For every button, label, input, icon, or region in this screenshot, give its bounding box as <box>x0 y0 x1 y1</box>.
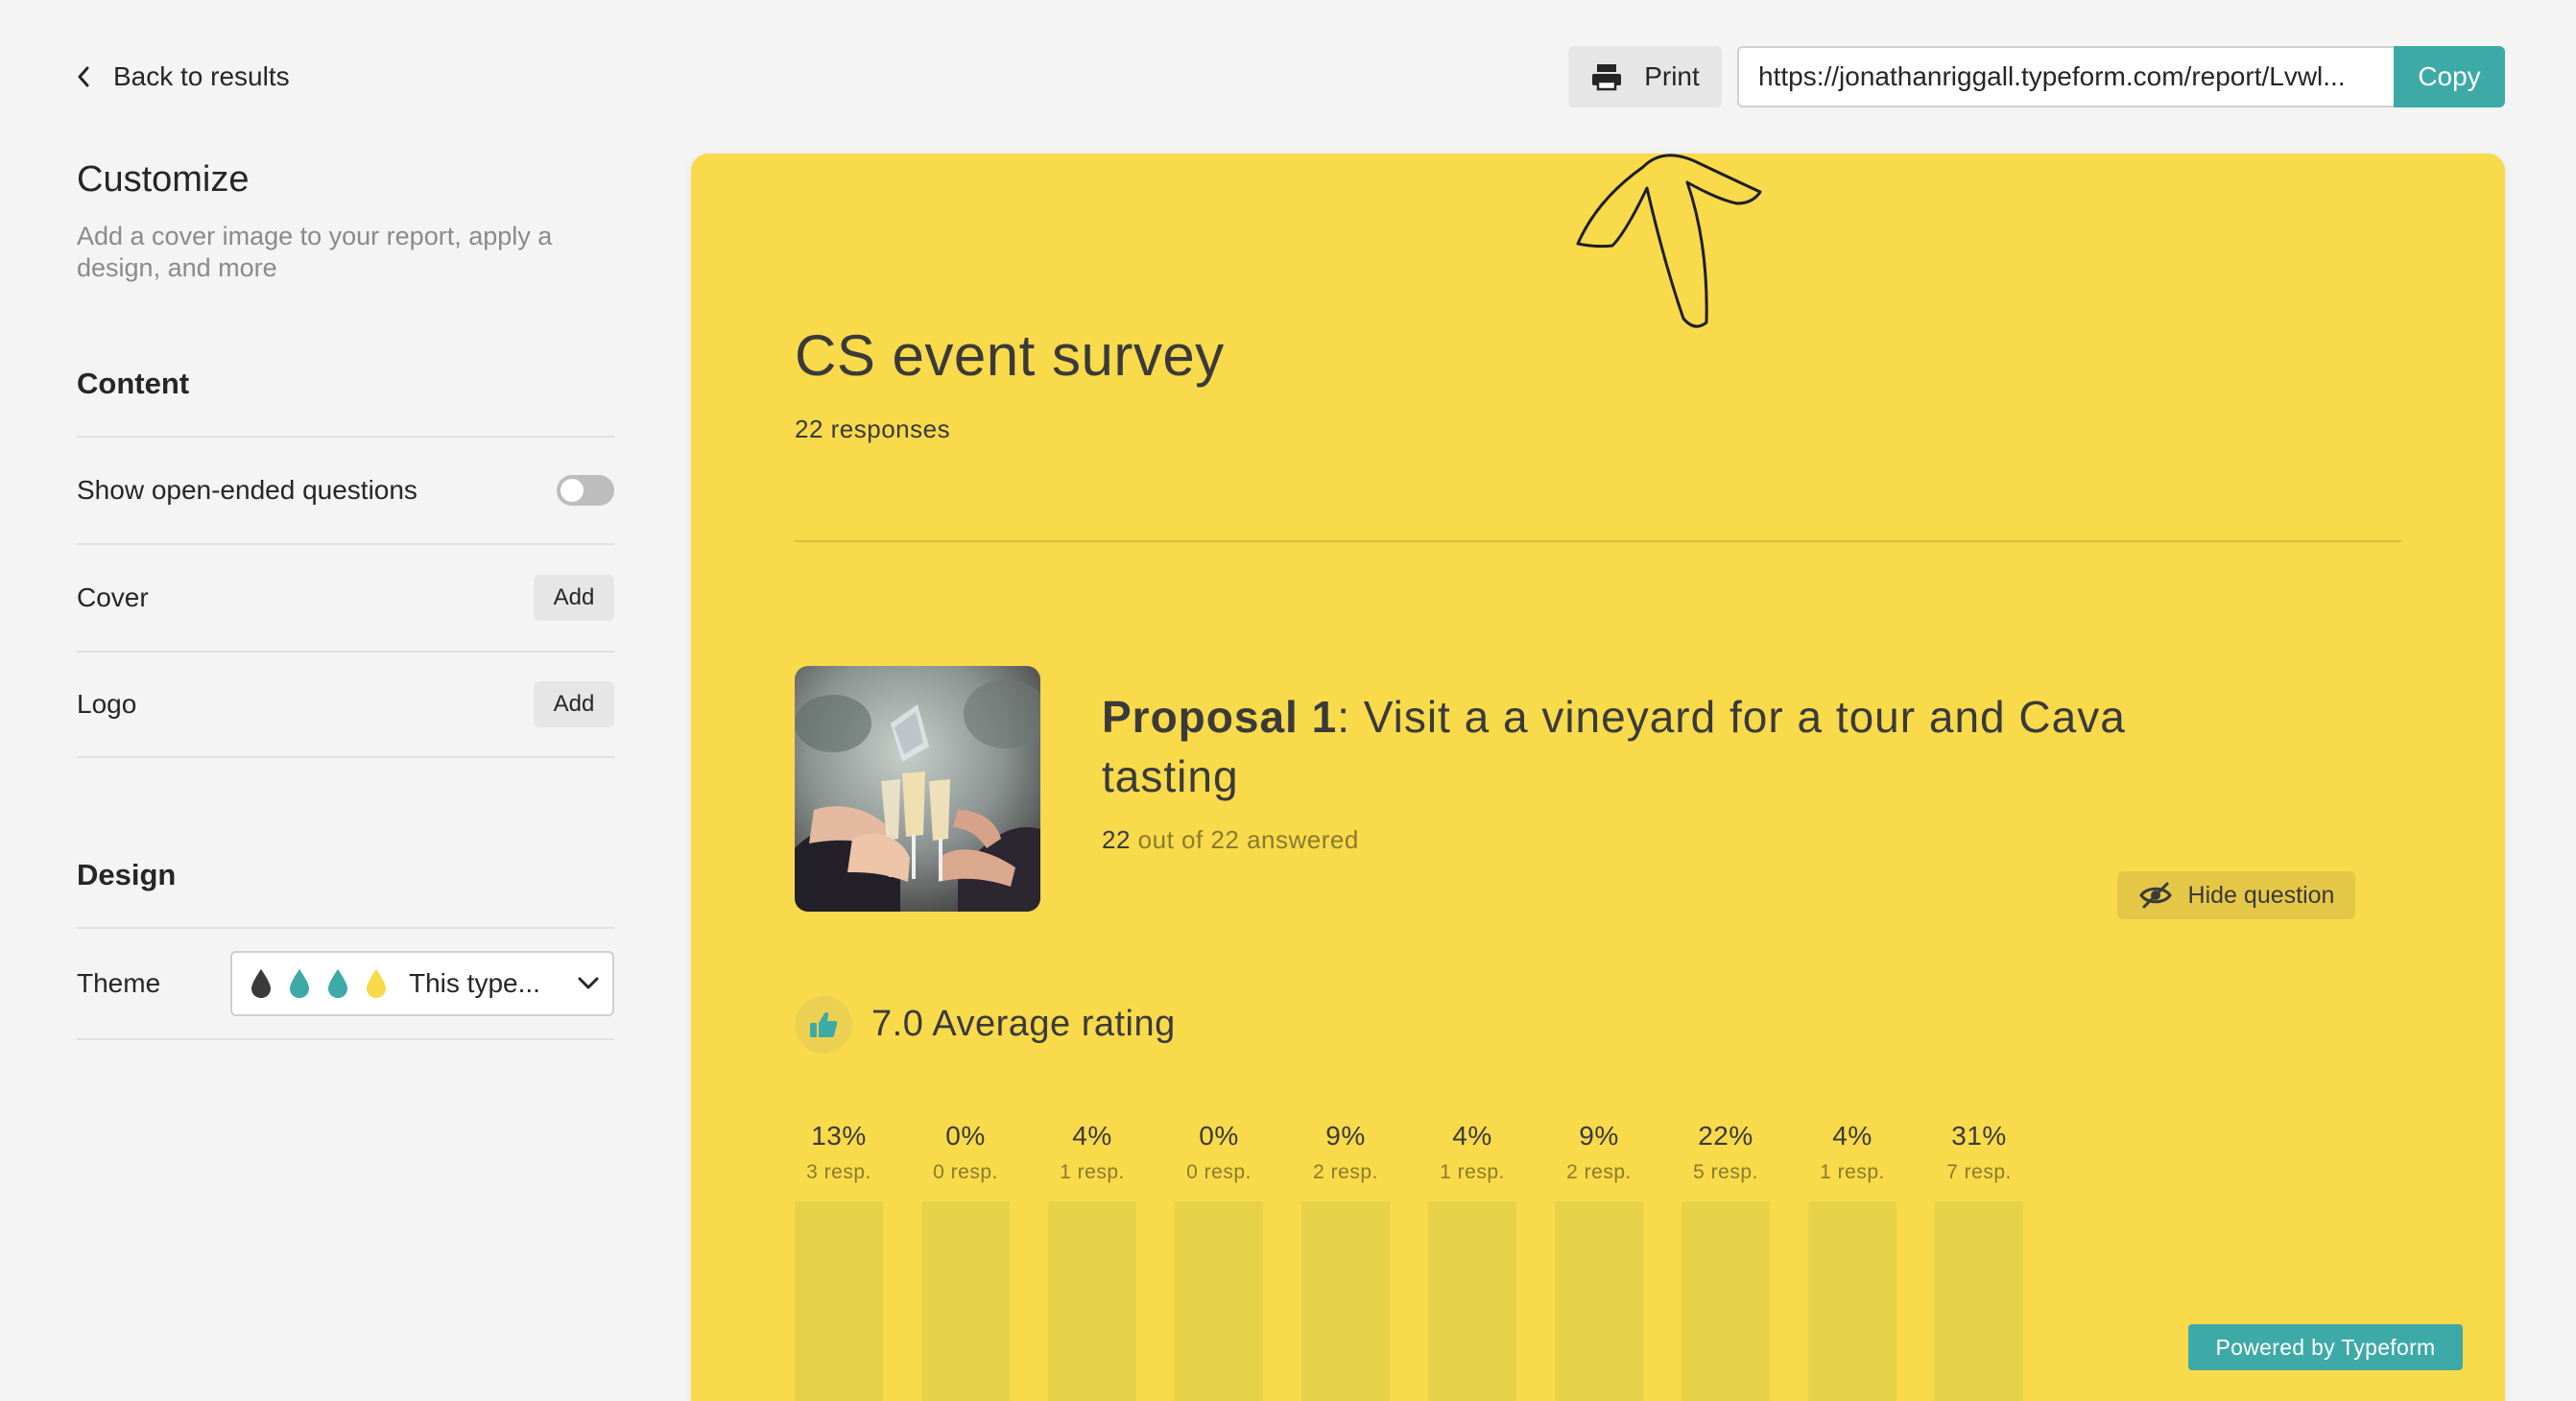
rating-badge <box>795 996 852 1054</box>
theme-label: Theme <box>77 968 161 998</box>
rating-percent-label: 0% <box>945 1121 986 1151</box>
rating-column-9: 4% 1 resp. <box>1808 1117 1896 1401</box>
eye-off-icon <box>2138 882 2172 909</box>
theme-select[interactable]: This type... <box>230 951 614 1016</box>
rating-bar <box>1048 1201 1136 1401</box>
report-customize-page: Back to results Print https://jonathanri… <box>0 0 2576 1401</box>
rating-percent-label: 9% <box>1579 1121 1619 1151</box>
rating-column-2: 0% 0 resp. <box>921 1117 1010 1401</box>
question-image <box>795 666 1040 912</box>
rating-percent-label: 9% <box>1325 1121 1366 1151</box>
customize-title: Customize <box>77 159 250 200</box>
rating-response-label: 0 resp. <box>1186 1161 1252 1183</box>
average-rating: 7.0 Average rating <box>871 1004 1176 1044</box>
question-title: Proposal 1: Visit a a vineyard for a tou… <box>1102 687 2158 806</box>
rating-column-5: 9% 2 resp. <box>1301 1117 1390 1401</box>
back-to-results-link[interactable]: Back to results <box>75 59 290 94</box>
theme-selected-value: This type... <box>409 968 540 998</box>
rating-response-label: 0 resp. <box>933 1161 998 1183</box>
rating-column-7: 9% 2 resp. <box>1555 1117 1643 1401</box>
rating-column-6: 4% 1 resp. <box>1428 1117 1516 1401</box>
logo-label: Logo <box>77 689 137 719</box>
rating-bar <box>1428 1201 1516 1401</box>
add-cover-button[interactable]: Add <box>534 575 614 621</box>
print-button[interactable]: Print <box>1568 46 1722 107</box>
theme-swatches <box>248 967 390 1000</box>
theme-swatch-1 <box>251 969 271 998</box>
hide-question-button[interactable]: Hide question <box>2117 871 2355 919</box>
show-open-ended-row: Show open-ended questions <box>77 436 614 543</box>
survey-title: CS event survey <box>795 323 1225 388</box>
theme-row: Theme This type... <box>77 927 614 1040</box>
powered-by-typeform-badge[interactable]: Powered by Typeform <box>2188 1324 2463 1370</box>
print-label: Print <box>1644 61 1700 91</box>
back-to-results-label: Back to results <box>113 61 290 91</box>
rating-response-label: 3 resp. <box>806 1161 871 1183</box>
arrow-annotation-icon <box>1576 154 1762 328</box>
rating-bar <box>1935 1201 2023 1401</box>
printer-icon <box>1592 64 1622 91</box>
rating-percent-label: 4% <box>1452 1121 1492 1151</box>
chevron-left-icon <box>78 66 89 87</box>
rating-response-label: 1 resp. <box>1060 1161 1125 1183</box>
rating-percent-label: 31% <box>1951 1121 2007 1151</box>
rating-response-label: 2 resp. <box>1313 1161 1378 1183</box>
rating-response-label: 2 resp. <box>1566 1161 1632 1183</box>
answered-number: 22 <box>1102 825 1131 854</box>
hide-question-label: Hide question <box>2187 881 2335 909</box>
rating-percent-label: 4% <box>1832 1121 1872 1151</box>
rating-percent-label: 0% <box>1199 1121 1239 1151</box>
theme-swatch-2 <box>290 969 309 998</box>
chevron-down-icon <box>578 977 599 989</box>
rating-bar <box>1555 1201 1643 1401</box>
customize-description: Add a cover image to your report, apply … <box>77 222 553 282</box>
rating-column-10: 31% 7 resp. <box>1935 1117 2023 1401</box>
rating-column-4: 0% 0 resp. <box>1175 1117 1263 1401</box>
question-number: Proposal 1 <box>1102 692 1338 742</box>
rating-bar <box>795 1201 883 1401</box>
logo-row: Logo Add <box>77 651 614 758</box>
thumbs-up-icon <box>810 1012 838 1037</box>
rating-bar <box>1682 1201 1770 1401</box>
rating-response-label: 1 resp. <box>1440 1161 1505 1183</box>
rating-column-8: 22% 5 resp. <box>1682 1117 1770 1401</box>
rating-bar <box>1808 1201 1896 1401</box>
show-open-ended-toggle[interactable] <box>557 475 614 506</box>
rating-response-label: 5 resp. <box>1693 1161 1758 1183</box>
report-url-text: https://jonathanriggall.typeform.com/rep… <box>1758 61 2346 91</box>
rating-percent-label: 4% <box>1072 1121 1112 1151</box>
content-heading: Content <box>77 367 190 400</box>
rating-bar <box>1175 1201 1263 1401</box>
theme-swatch-3 <box>328 969 347 998</box>
answered-rest: out of 22 answered <box>1130 825 1359 854</box>
add-logo-button[interactable]: Add <box>534 681 614 727</box>
cover-row: Cover Add <box>77 543 614 651</box>
rating-bar <box>1301 1201 1390 1401</box>
rating-response-label: 1 resp. <box>1820 1161 1885 1183</box>
answered-count: 22 out of 22 answered <box>1102 825 1359 855</box>
rating-bar <box>921 1201 1010 1401</box>
rating-column-1: 13% 3 resp. <box>795 1117 883 1401</box>
design-heading: Design <box>77 858 177 891</box>
theme-swatch-4 <box>367 969 386 998</box>
copy-url-button[interactable]: Copy <box>2394 46 2505 107</box>
rating-column-3: 4% 1 resp. <box>1048 1117 1136 1401</box>
divider <box>795 540 2401 542</box>
show-open-ended-label: Show open-ended questions <box>77 475 417 505</box>
champagne-toast-image <box>795 666 1040 912</box>
rating-percent-label: 22% <box>1698 1121 1753 1151</box>
survey-response-count: 22 responses <box>795 415 951 443</box>
rating-response-label: 7 resp. <box>1946 1161 2012 1183</box>
rating-percent-label: 13% <box>811 1121 867 1151</box>
report-url-field[interactable]: https://jonathanriggall.typeform.com/rep… <box>1737 46 2396 107</box>
cover-label: Cover <box>77 582 149 612</box>
